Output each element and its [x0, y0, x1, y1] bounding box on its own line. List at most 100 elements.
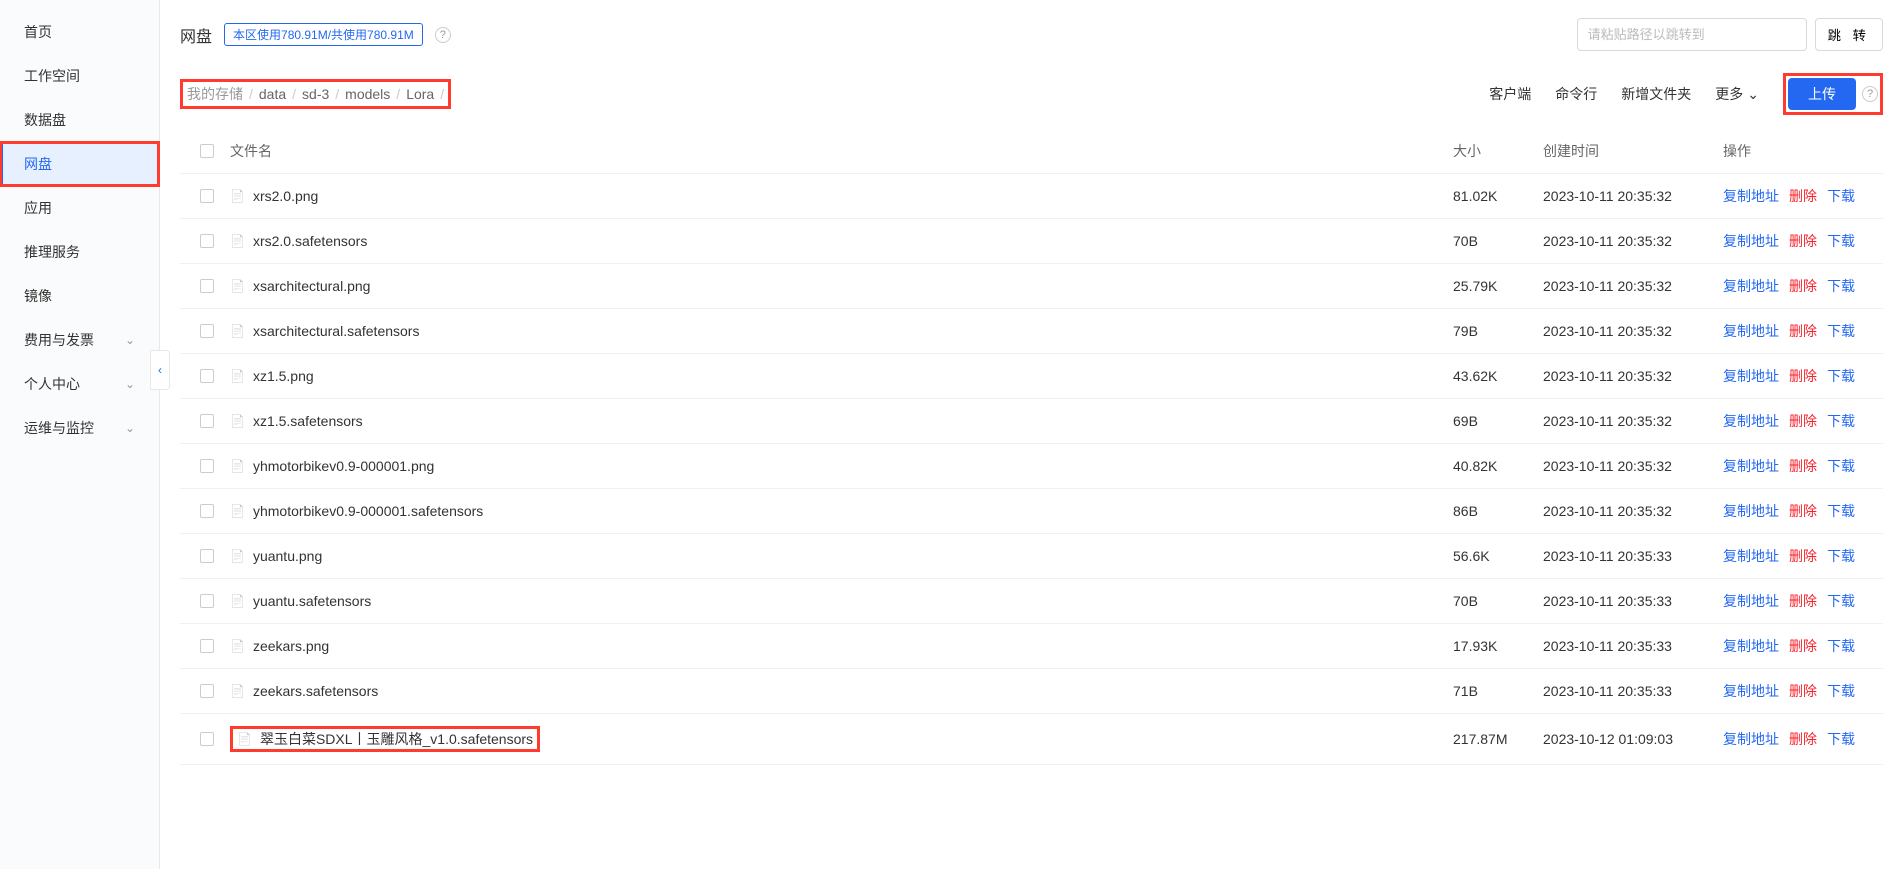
path-jump-input[interactable]: [1577, 18, 1807, 51]
sidebar-item-2[interactable]: 数据盘: [0, 98, 159, 142]
row-checkbox[interactable]: [200, 549, 214, 563]
breadcrumb-item[interactable]: models: [345, 86, 390, 102]
download-link[interactable]: 下载: [1827, 321, 1855, 341]
copy-link[interactable]: 复制地址: [1723, 366, 1779, 386]
help-icon[interactable]: ?: [435, 27, 451, 43]
row-checkbox[interactable]: [200, 732, 214, 746]
file-name[interactable]: xrs2.0.png: [253, 188, 318, 204]
row-checkbox[interactable]: [200, 684, 214, 698]
delete-link[interactable]: 删除: [1789, 546, 1817, 566]
copy-link[interactable]: 复制地址: [1723, 546, 1779, 566]
table-row: 📄yhmotorbikev0.9-000001.safetensors86B20…: [180, 489, 1883, 534]
delete-link[interactable]: 删除: [1789, 729, 1817, 749]
file-name[interactable]: xsarchitectural.png: [253, 278, 371, 294]
copy-link[interactable]: 复制地址: [1723, 456, 1779, 476]
file-time: 2023-10-11 20:35:32: [1543, 458, 1723, 474]
table-row: 📄xsarchitectural.png25.79K2023-10-11 20:…: [180, 264, 1883, 309]
delete-link[interactable]: 删除: [1789, 276, 1817, 296]
copy-link[interactable]: 复制地址: [1723, 729, 1779, 749]
sidebar-item-3[interactable]: 网盘: [0, 142, 159, 186]
breadcrumb-item[interactable]: 我的存储: [187, 84, 243, 104]
download-link[interactable]: 下载: [1827, 681, 1855, 701]
file-name[interactable]: yuantu.png: [253, 548, 322, 564]
delete-link[interactable]: 删除: [1789, 636, 1817, 656]
delete-link[interactable]: 删除: [1789, 501, 1817, 521]
row-checkbox[interactable]: [200, 639, 214, 653]
delete-link[interactable]: 删除: [1789, 186, 1817, 206]
copy-link[interactable]: 复制地址: [1723, 636, 1779, 656]
file-name[interactable]: yhmotorbikev0.9-000001.png: [253, 458, 434, 474]
sidebar-collapse-handle[interactable]: ‹: [150, 350, 170, 390]
row-checkbox[interactable]: [200, 234, 214, 248]
download-link[interactable]: 下载: [1827, 546, 1855, 566]
sidebar-item-9[interactable]: 运维与监控 ⌄: [0, 406, 159, 450]
file-name[interactable]: xz1.5.safetensors: [253, 413, 363, 429]
file-name[interactable]: zeekars.safetensors: [253, 683, 378, 699]
row-checkbox[interactable]: [200, 414, 214, 428]
chevron-down-icon: ⌄: [125, 421, 135, 435]
copy-link[interactable]: 复制地址: [1723, 186, 1779, 206]
sidebar-item-7[interactable]: 费用与发票⌄: [0, 318, 159, 362]
file-name[interactable]: xrs2.0.safetensors: [253, 233, 367, 249]
jump-button[interactable]: 跳 转: [1815, 18, 1883, 51]
download-link[interactable]: 下载: [1827, 186, 1855, 206]
download-link[interactable]: 下载: [1827, 729, 1855, 749]
copy-link[interactable]: 复制地址: [1723, 276, 1779, 296]
file-name[interactable]: yhmotorbikev0.9-000001.safetensors: [253, 503, 483, 519]
copy-link[interactable]: 复制地址: [1723, 501, 1779, 521]
copy-link[interactable]: 复制地址: [1723, 411, 1779, 431]
delete-link[interactable]: 删除: [1789, 231, 1817, 251]
copy-link[interactable]: 复制地址: [1723, 591, 1779, 611]
download-link[interactable]: 下载: [1827, 591, 1855, 611]
select-all-checkbox[interactable]: [200, 144, 214, 158]
sidebar-item-0[interactable]: 首页: [0, 10, 159, 54]
sidebar-item-6[interactable]: 镜像: [0, 274, 159, 318]
file-time: 2023-10-11 20:35:32: [1543, 503, 1723, 519]
row-checkbox[interactable]: [200, 594, 214, 608]
new-folder-link[interactable]: 新增文件夹: [1621, 84, 1691, 104]
upload-help-icon[interactable]: ?: [1862, 86, 1878, 102]
copy-link[interactable]: 复制地址: [1723, 681, 1779, 701]
file-name[interactable]: zeekars.png: [253, 638, 329, 654]
sidebar-item-1[interactable]: 工作空间: [0, 54, 159, 98]
delete-link[interactable]: 删除: [1789, 681, 1817, 701]
download-link[interactable]: 下载: [1827, 276, 1855, 296]
file-size: 25.79K: [1453, 278, 1543, 294]
file-name[interactable]: yuantu.safetensors: [253, 593, 371, 609]
file-time: 2023-10-12 01:09:03: [1543, 731, 1723, 747]
row-checkbox[interactable]: [200, 324, 214, 338]
sidebar-item-label: 运维与监控: [24, 418, 94, 438]
file-name[interactable]: xz1.5.png: [253, 368, 314, 384]
breadcrumb-item[interactable]: sd-3: [302, 86, 329, 102]
file-size: 43.62K: [1453, 368, 1543, 384]
download-link[interactable]: 下载: [1827, 231, 1855, 251]
delete-link[interactable]: 删除: [1789, 591, 1817, 611]
download-link[interactable]: 下载: [1827, 636, 1855, 656]
row-checkbox[interactable]: [200, 279, 214, 293]
download-link[interactable]: 下载: [1827, 366, 1855, 386]
row-checkbox[interactable]: [200, 369, 214, 383]
copy-link[interactable]: 复制地址: [1723, 231, 1779, 251]
cli-link[interactable]: 命令行: [1555, 84, 1597, 104]
more-dropdown[interactable]: 更多 ⌄: [1715, 84, 1759, 104]
copy-link[interactable]: 复制地址: [1723, 321, 1779, 341]
breadcrumb-item[interactable]: Lora: [406, 86, 434, 102]
sidebar-item-5[interactable]: 推理服务: [0, 230, 159, 274]
row-checkbox[interactable]: [200, 189, 214, 203]
row-checkbox[interactable]: [200, 459, 214, 473]
delete-link[interactable]: 删除: [1789, 456, 1817, 476]
download-link[interactable]: 下载: [1827, 411, 1855, 431]
sidebar-item-8[interactable]: 个人中心⌄: [0, 362, 159, 406]
delete-link[interactable]: 删除: [1789, 411, 1817, 431]
client-link[interactable]: 客户端: [1489, 84, 1531, 104]
upload-button[interactable]: 上传: [1788, 78, 1856, 110]
download-link[interactable]: 下载: [1827, 501, 1855, 521]
delete-link[interactable]: 删除: [1789, 366, 1817, 386]
delete-link[interactable]: 删除: [1789, 321, 1817, 341]
sidebar-item-4[interactable]: 应用: [0, 186, 159, 230]
file-name[interactable]: 翠玉白菜SDXL丨玉雕风格_v1.0.safetensors: [260, 729, 533, 749]
file-name[interactable]: xsarchitectural.safetensors: [253, 323, 420, 339]
row-checkbox[interactable]: [200, 504, 214, 518]
download-link[interactable]: 下载: [1827, 456, 1855, 476]
breadcrumb-item[interactable]: data: [259, 86, 286, 102]
